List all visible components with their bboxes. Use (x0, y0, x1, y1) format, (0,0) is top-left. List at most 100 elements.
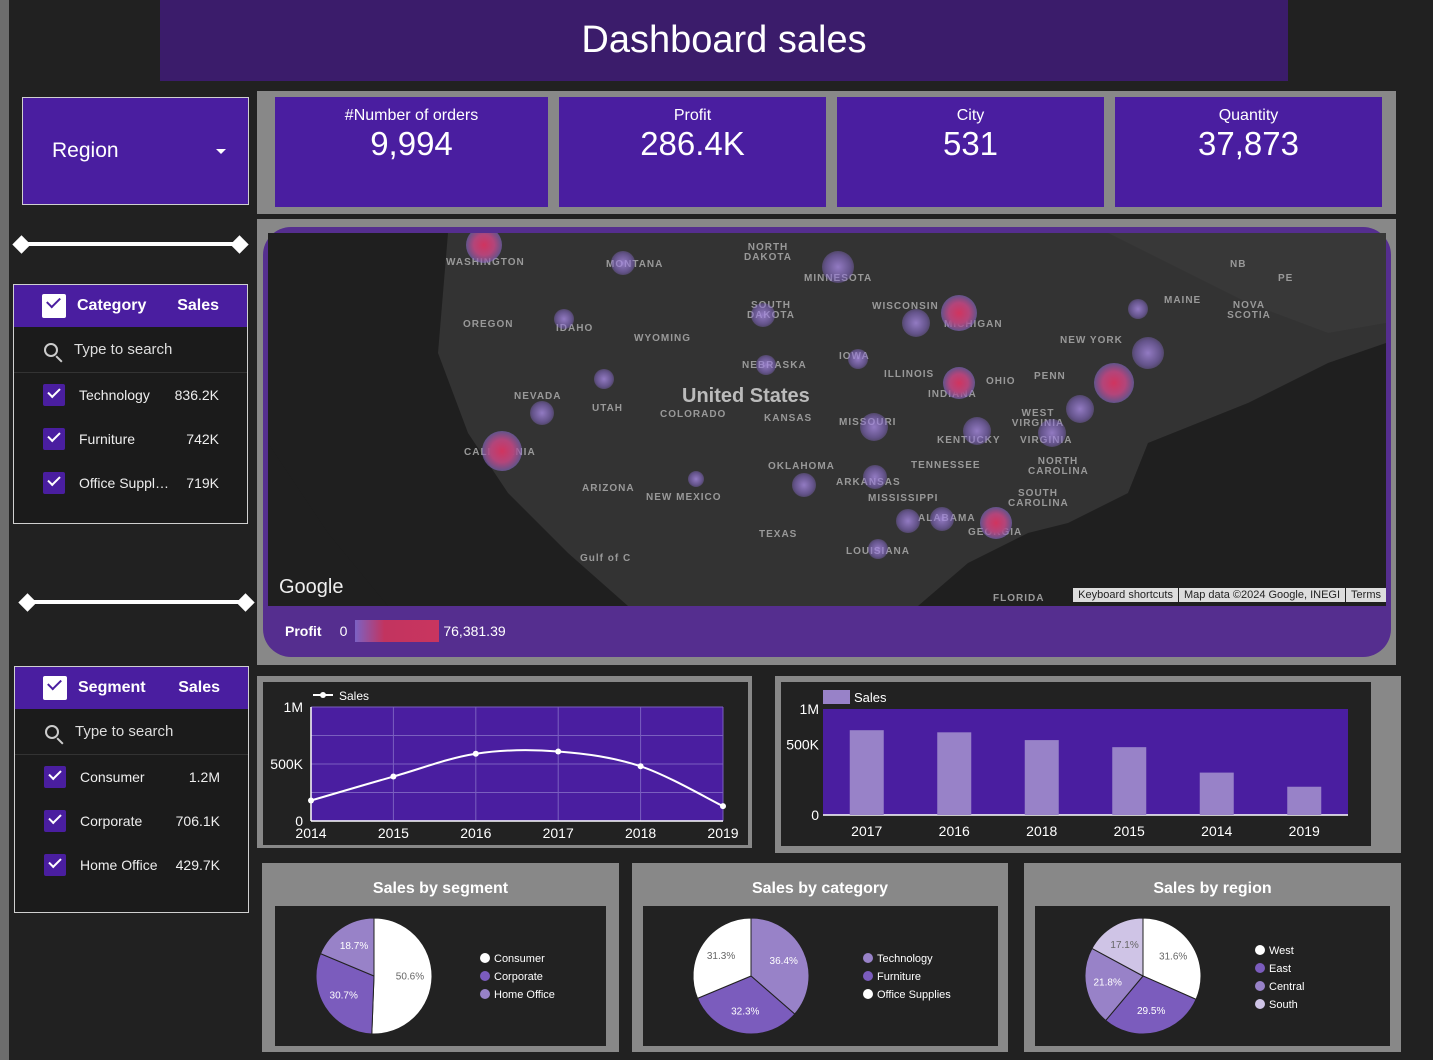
heatmap-point (902, 309, 930, 337)
pie-chart-region: 31.6% 29.5% 21.8% 17.1% West East Central South (1084, 917, 1304, 1035)
heatmap-point (941, 295, 977, 331)
item-name: Home Office (80, 857, 158, 873)
pie-value-label: 36.4% (770, 956, 798, 967)
category-search-input[interactable]: Type to search (14, 327, 247, 373)
legend-label: Technology (877, 953, 933, 965)
map-country-label: United States (682, 385, 810, 407)
data-point[interactable] (390, 773, 397, 780)
map-state-label: NOVA SCOTIA (1227, 300, 1271, 321)
data-point[interactable] (637, 763, 644, 770)
kpi-value: 531 (942, 125, 999, 162)
legend-dot (1255, 963, 1265, 973)
slider-handle-min[interactable] (18, 593, 37, 612)
heatmap-point (530, 401, 554, 425)
select-all-checkbox[interactable] (43, 675, 67, 700)
x-tick-label: 2016 (460, 825, 491, 841)
map-attribution: Keyboard shortcuts Map data ©2024 Google… (1072, 588, 1386, 602)
list-item[interactable]: Consumer 1.2M (15, 755, 248, 799)
slider-handle-max[interactable] (236, 593, 255, 612)
segment-filter: Segment Sales Type to search Consumer 1.… (14, 666, 249, 913)
segment-search-input[interactable]: Type to search (15, 709, 248, 755)
heatmap-point (896, 509, 920, 533)
legend-label: Consumer (494, 953, 545, 965)
slider-handle-min[interactable] (12, 235, 31, 254)
filter-title: Category (77, 297, 147, 314)
map-state-label: UTAH (592, 403, 624, 414)
list-item[interactable]: Office Suppl… 719K (14, 461, 247, 505)
range-slider-track[interactable] (20, 242, 240, 246)
data-point[interactable] (555, 748, 562, 755)
data-point[interactable] (472, 750, 479, 757)
kpi-value: 286.4K (640, 125, 745, 162)
heatmap-point (594, 369, 614, 389)
y-tick-label: 0 (811, 807, 819, 823)
bar[interactable] (1112, 747, 1147, 815)
checkbox[interactable] (44, 810, 66, 832)
bar[interactable] (849, 730, 884, 815)
map-state-label: MISSISSIPPI (868, 493, 939, 504)
slider-handle-max[interactable] (230, 235, 249, 254)
bar[interactable] (1199, 772, 1234, 815)
y-tick-label: 0 (295, 813, 303, 829)
checkbox[interactable] (44, 854, 66, 876)
checkbox[interactable] (44, 766, 66, 788)
list-item[interactable]: Corporate 706.1K (15, 799, 248, 843)
x-tick-label: 2017 (851, 823, 882, 839)
bar[interactable] (1287, 786, 1322, 815)
kpi-label: #Number of orders (344, 107, 479, 124)
bar[interactable] (1024, 740, 1059, 815)
legend-gradient (355, 620, 440, 642)
checkbox[interactable] (43, 384, 65, 406)
map-state-label: KANSAS (764, 413, 813, 424)
item-value: 1.2M (188, 769, 220, 785)
kpi-profit: Profit 286.4K (559, 97, 826, 207)
heatmap-point (963, 417, 991, 445)
list-item[interactable]: Technology 836.2K (14, 373, 247, 417)
map-state-label: OREGON (463, 319, 514, 330)
pie-value-label: 31.3% (707, 951, 735, 962)
legend-dot (1255, 981, 1265, 991)
list-item[interactable]: Home Office 429.7K (15, 843, 248, 887)
map-state-label: PE (1278, 273, 1294, 284)
list-item[interactable]: Furniture 742K (14, 417, 247, 461)
map-state-label: NORTH DAKOTA (743, 242, 793, 263)
region-dropdown[interactable]: Region (22, 97, 249, 205)
heatmap-point (611, 251, 635, 275)
terms-link[interactable]: Terms (1346, 588, 1386, 602)
item-name: Corporate (80, 813, 143, 829)
segment-filter-header[interactable]: Segment Sales (15, 667, 248, 709)
checkbox[interactable] (43, 472, 65, 494)
range-slider-track[interactable] (26, 600, 246, 604)
select-all-checkbox[interactable] (42, 293, 66, 318)
y-tick-label: 1M (284, 699, 303, 715)
item-value: 742K (186, 431, 219, 447)
geo-map[interactable]: WASHINGTONMONTANANORTH DAKOTAMINNESOTAOR… (268, 233, 1386, 606)
kpi-orders: #Number of orders 9,994 (275, 97, 548, 207)
heatmap-point (848, 349, 868, 369)
map-state-label: COLORADO (660, 409, 727, 420)
legend-dot (863, 953, 873, 963)
data-point[interactable] (308, 797, 314, 804)
item-name: Furniture (79, 431, 136, 447)
map-state-label: OHIO (986, 376, 1016, 387)
x-tick-label: 2016 (939, 823, 970, 839)
pie-value-label: 29.5% (1137, 1006, 1165, 1017)
bar[interactable] (937, 732, 972, 815)
chevron-down-icon (216, 148, 226, 154)
data-point[interactable] (720, 803, 726, 810)
y-tick-label: 500K (270, 756, 303, 772)
checkbox[interactable] (43, 428, 65, 450)
map-legend: Profit 0 76,381.39 (285, 620, 506, 642)
line-chart: 2014 2015 2016 2017 2018 20190500K1MSales (263, 682, 748, 845)
page-title: Dashboard sales (581, 19, 867, 61)
kpi-value: 9,994 (370, 125, 453, 162)
item-value: 836.2K (174, 387, 219, 403)
kpi-label: Quantity (1218, 107, 1279, 124)
heatmap-point (943, 367, 975, 399)
search-icon (45, 724, 59, 739)
category-filter-header[interactable]: Category Sales (14, 285, 247, 327)
keyboard-shortcuts-link[interactable]: Keyboard shortcuts (1073, 588, 1178, 602)
legend-swatch (823, 690, 850, 704)
map-state-label: NORTH CAROLINA (1028, 456, 1089, 477)
pie-value-label: 18.7% (340, 941, 368, 952)
